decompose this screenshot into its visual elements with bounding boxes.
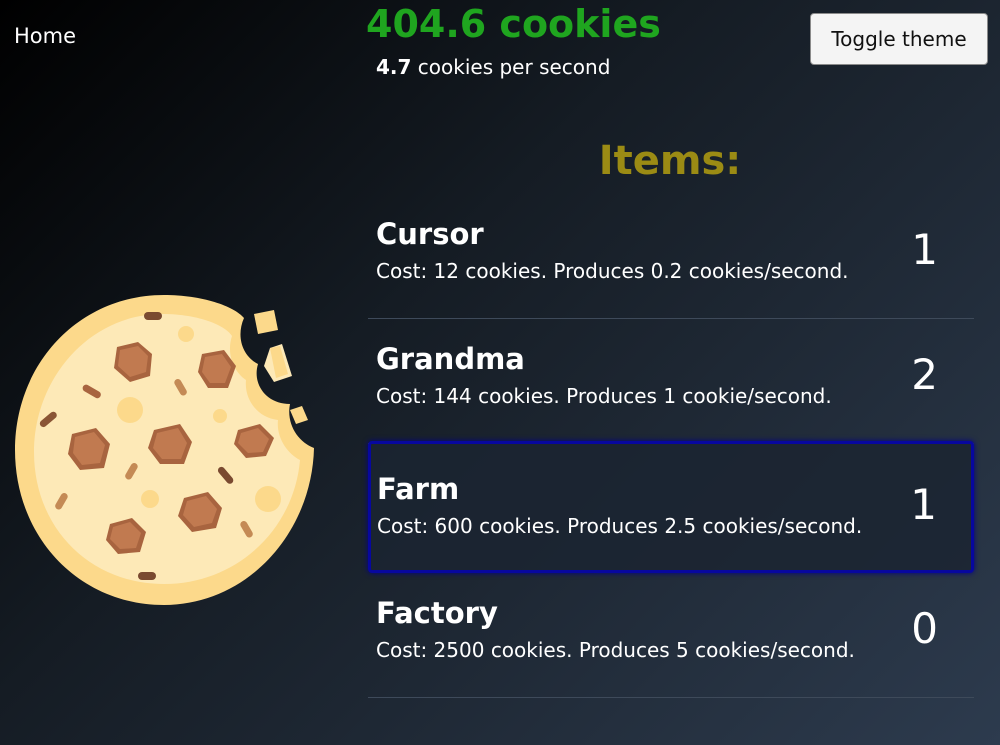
cps-value: 4.7 [376,55,412,79]
item-description: Cost: 2500 cookies. Produces 5 cookies/s… [376,638,855,662]
cookie-count: 404.6 cookies [366,2,661,46]
item-name: Factory [376,596,498,630]
item-factory[interactable]: Factory Cost: 2500 cookies. Produces 5 c… [368,574,974,698]
item-name: Cursor [376,217,484,251]
cookies-per-second: 4.7 cookies per second [376,55,610,79]
item-count: 1 [910,480,937,529]
item-description: Cost: 144 cookies. Produces 1 cookie/sec… [376,384,832,408]
item-grandma[interactable]: Grandma Cost: 144 cookies. Produces 1 co… [368,320,974,444]
item-description: Cost: 600 cookies. Produces 2.5 cookies/… [377,514,863,538]
cookie-button[interactable] [12,292,322,608]
toggle-theme-button[interactable]: Toggle theme [810,13,988,65]
item-description: Cost: 12 cookies. Produces 0.2 cookies/s… [376,259,849,283]
items-title: Items: [598,138,742,184]
home-link[interactable]: Home [14,24,76,48]
item-farm[interactable]: Farm Cost: 600 cookies. Produces 2.5 coo… [368,441,974,573]
item-count: 1 [911,225,938,274]
item-cursor[interactable]: Cursor Cost: 12 cookies. Produces 0.2 co… [368,195,974,319]
item-count: 0 [911,604,938,653]
item-name: Grandma [376,342,525,376]
item-count: 2 [911,350,938,399]
item-name: Farm [377,472,460,506]
cps-suffix: cookies per second [411,55,611,79]
cookie-icon [15,295,314,605]
